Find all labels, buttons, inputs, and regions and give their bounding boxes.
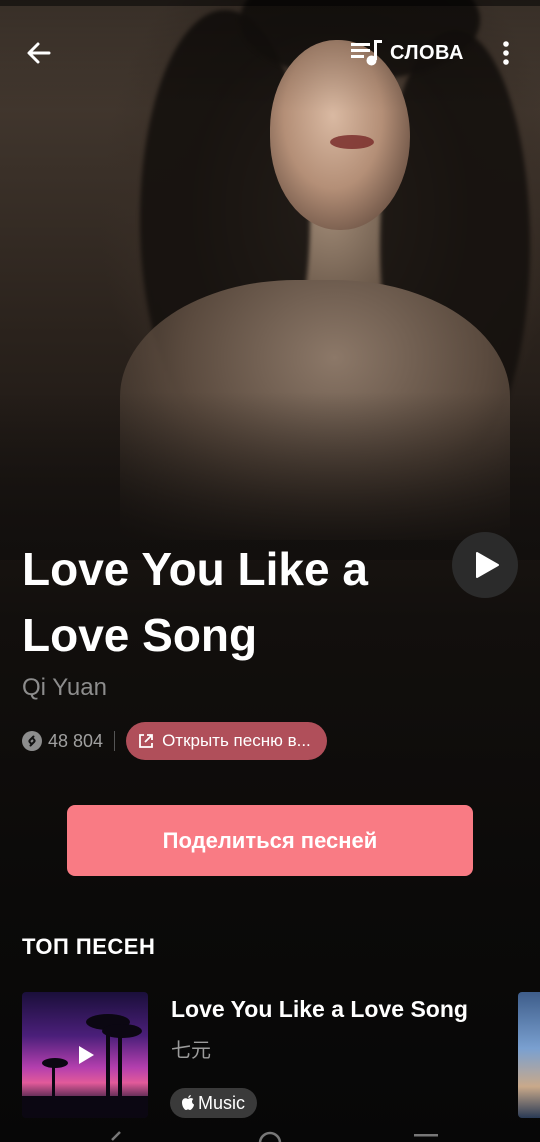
song-meta: 48 804 Открыть песню в... — [22, 722, 327, 760]
top-song-item[interactable]: Love You Like a Love Song 七元 Music — [22, 992, 540, 1118]
open-in-app-button[interactable]: Открыть песню в... — [126, 722, 327, 760]
lyrics-label: СЛОВА — [390, 41, 464, 64]
open-in-app-label: Открыть песню в... — [162, 731, 311, 750]
apple-logo-icon — [182, 1095, 194, 1110]
apple-music-badge[interactable]: Music — [170, 1088, 258, 1118]
nav-recents-icon — [414, 1134, 438, 1137]
play-preview-button[interactable] — [452, 532, 518, 598]
top-bar: СЛОВА — [0, 24, 540, 80]
nav-back-icon — [111, 1131, 121, 1141]
status-bar — [0, 0, 540, 6]
artist-name[interactable]: Qi Yuan — [22, 674, 107, 702]
lyrics-icon — [351, 40, 382, 66]
divider — [114, 731, 116, 751]
apple-music-label: Music — [198, 1092, 246, 1113]
more-options-button[interactable] — [494, 38, 518, 68]
more-vertical-icon — [503, 41, 509, 65]
top-song-artist: 七元 — [171, 1040, 211, 1062]
external-link-icon — [139, 734, 153, 748]
play-icon[interactable] — [76, 1044, 96, 1066]
lyrics-button[interactable]: СЛОВА — [350, 38, 464, 68]
play-icon — [476, 552, 499, 578]
top-songs-heading: ТОП ПЕСЕН — [22, 934, 156, 959]
artist-photo — [0, 0, 540, 560]
next-song-cover[interactable] — [518, 992, 540, 1118]
shazam-icon — [22, 731, 42, 751]
nav-home-icon — [258, 1131, 282, 1142]
arrow-left-icon — [27, 42, 51, 64]
share-song-button[interactable]: Поделиться песней — [67, 805, 473, 876]
album-cover — [22, 992, 148, 1118]
back-button[interactable] — [22, 36, 56, 70]
song-title: Love You Like a Love Song — [22, 543, 368, 661]
system-nav-bar — [0, 1126, 540, 1142]
top-song-title: Love You Like a Love Song — [171, 996, 468, 1022]
song-screen: СЛОВА Love You Like a Love Song Qi Yuan … — [0, 0, 540, 1142]
shazam-count: 48 804 — [48, 730, 104, 751]
